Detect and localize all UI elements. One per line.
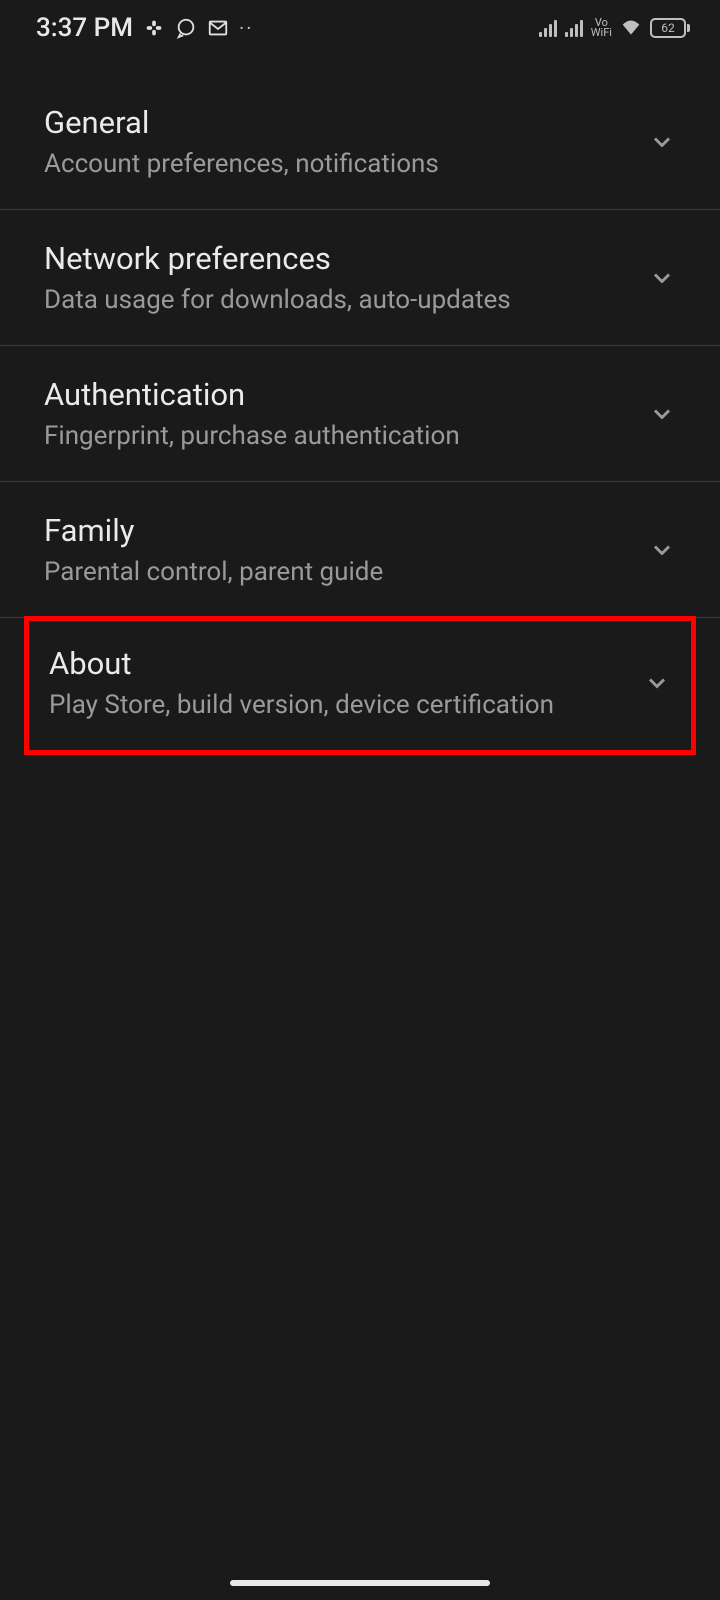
status-notification-icons: ·· [143, 16, 253, 40]
more-notifications-icon: ·· [239, 16, 253, 40]
home-indicator[interactable] [230, 1580, 490, 1586]
settings-item-authentication[interactable]: Authentication Fingerprint, purchase aut… [0, 346, 720, 482]
item-title: Family [44, 512, 628, 549]
chevron-down-icon [648, 128, 676, 156]
item-subtitle: Parental control, parent guide [44, 557, 628, 587]
settings-list: General Account preferences, notificatio… [0, 56, 720, 755]
signal-icon-2 [565, 19, 583, 37]
item-title: About [49, 645, 623, 682]
status-right: Vo WiFi 62 [539, 18, 690, 38]
item-subtitle: Play Store, build version, device certif… [49, 690, 623, 720]
status-time: 3:37 PM [36, 13, 133, 43]
slack-icon [143, 17, 165, 39]
status-left: 3:37 PM ·· [36, 13, 253, 43]
settings-item-about[interactable]: About Play Store, build version, device … [24, 616, 696, 755]
status-bar: 3:37 PM ·· Vo WiFi 62 [0, 0, 720, 56]
battery-level: 62 [650, 18, 686, 38]
item-title: Authentication [44, 376, 628, 413]
signal-icon-1 [539, 19, 557, 37]
settings-item-general[interactable]: General Account preferences, notificatio… [0, 74, 720, 210]
item-title: General [44, 104, 628, 141]
vowifi-bottom: WiFi [591, 28, 612, 38]
chevron-down-icon [648, 264, 676, 292]
item-title: Network preferences [44, 240, 628, 277]
chevron-down-icon [648, 400, 676, 428]
item-subtitle: Data usage for downloads, auto-updates [44, 285, 628, 315]
chevron-down-icon [643, 669, 671, 697]
settings-item-network-preferences[interactable]: Network preferences Data usage for downl… [0, 210, 720, 346]
item-subtitle: Fingerprint, purchase authentication [44, 421, 628, 451]
wifi-icon [620, 18, 642, 38]
battery-icon: 62 [650, 18, 690, 38]
gmail-icon [207, 17, 229, 39]
vowifi-icon: Vo WiFi [591, 18, 612, 38]
chevron-down-icon [648, 536, 676, 564]
settings-item-family[interactable]: Family Parental control, parent guide [0, 482, 720, 618]
item-subtitle: Account preferences, notifications [44, 149, 628, 179]
whatsapp-icon [175, 17, 197, 39]
